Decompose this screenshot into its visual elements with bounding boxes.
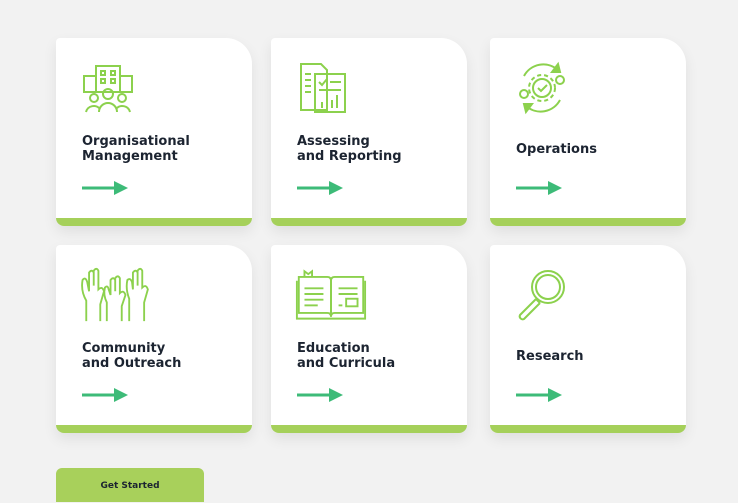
card-education-and-curricula[interactable]: Education and Curricula <box>271 245 467 433</box>
card-accent-bar <box>490 425 686 433</box>
arrow-right-icon[interactable] <box>297 180 345 196</box>
category-grid: Organisational Management Assessing and … <box>0 0 738 502</box>
arrow-right-icon[interactable] <box>516 387 564 403</box>
arrow-right-icon[interactable] <box>516 180 564 196</box>
card-accent-bar <box>56 218 252 226</box>
card-title: Community and Outreach <box>82 341 182 371</box>
arrow-right-icon[interactable] <box>82 180 130 196</box>
gears-cycle-icon <box>519 61 565 115</box>
card-title: Operations <box>516 142 597 157</box>
card-title: Assessing and Reporting <box>297 134 402 164</box>
arrow-right-icon[interactable] <box>297 387 345 403</box>
magnifier-icon <box>518 270 565 321</box>
get-started-button[interactable]: Get Started <box>56 468 204 502</box>
card-accent-bar <box>56 425 252 433</box>
card-accent-bar <box>490 218 686 226</box>
card-accent-bar <box>271 425 467 433</box>
arrow-right-icon[interactable] <box>82 387 130 403</box>
open-book-icon <box>295 269 367 320</box>
building-people-icon <box>83 65 133 113</box>
card-community-and-outreach[interactable]: Community and Outreach <box>56 245 252 433</box>
raised-hands-icon <box>81 267 149 322</box>
card-title: Research <box>516 349 584 364</box>
card-organisational-management[interactable]: Organisational Management <box>56 38 252 226</box>
card-title: Education and Curricula <box>297 341 396 371</box>
card-title: Organisational Management <box>82 134 190 164</box>
card-assessing-and-reporting[interactable]: Assessing and Reporting <box>271 38 467 226</box>
card-accent-bar <box>271 218 467 226</box>
card-research[interactable]: Research <box>490 245 686 433</box>
card-operations[interactable]: Operations <box>490 38 686 226</box>
report-documents-icon <box>300 63 346 113</box>
